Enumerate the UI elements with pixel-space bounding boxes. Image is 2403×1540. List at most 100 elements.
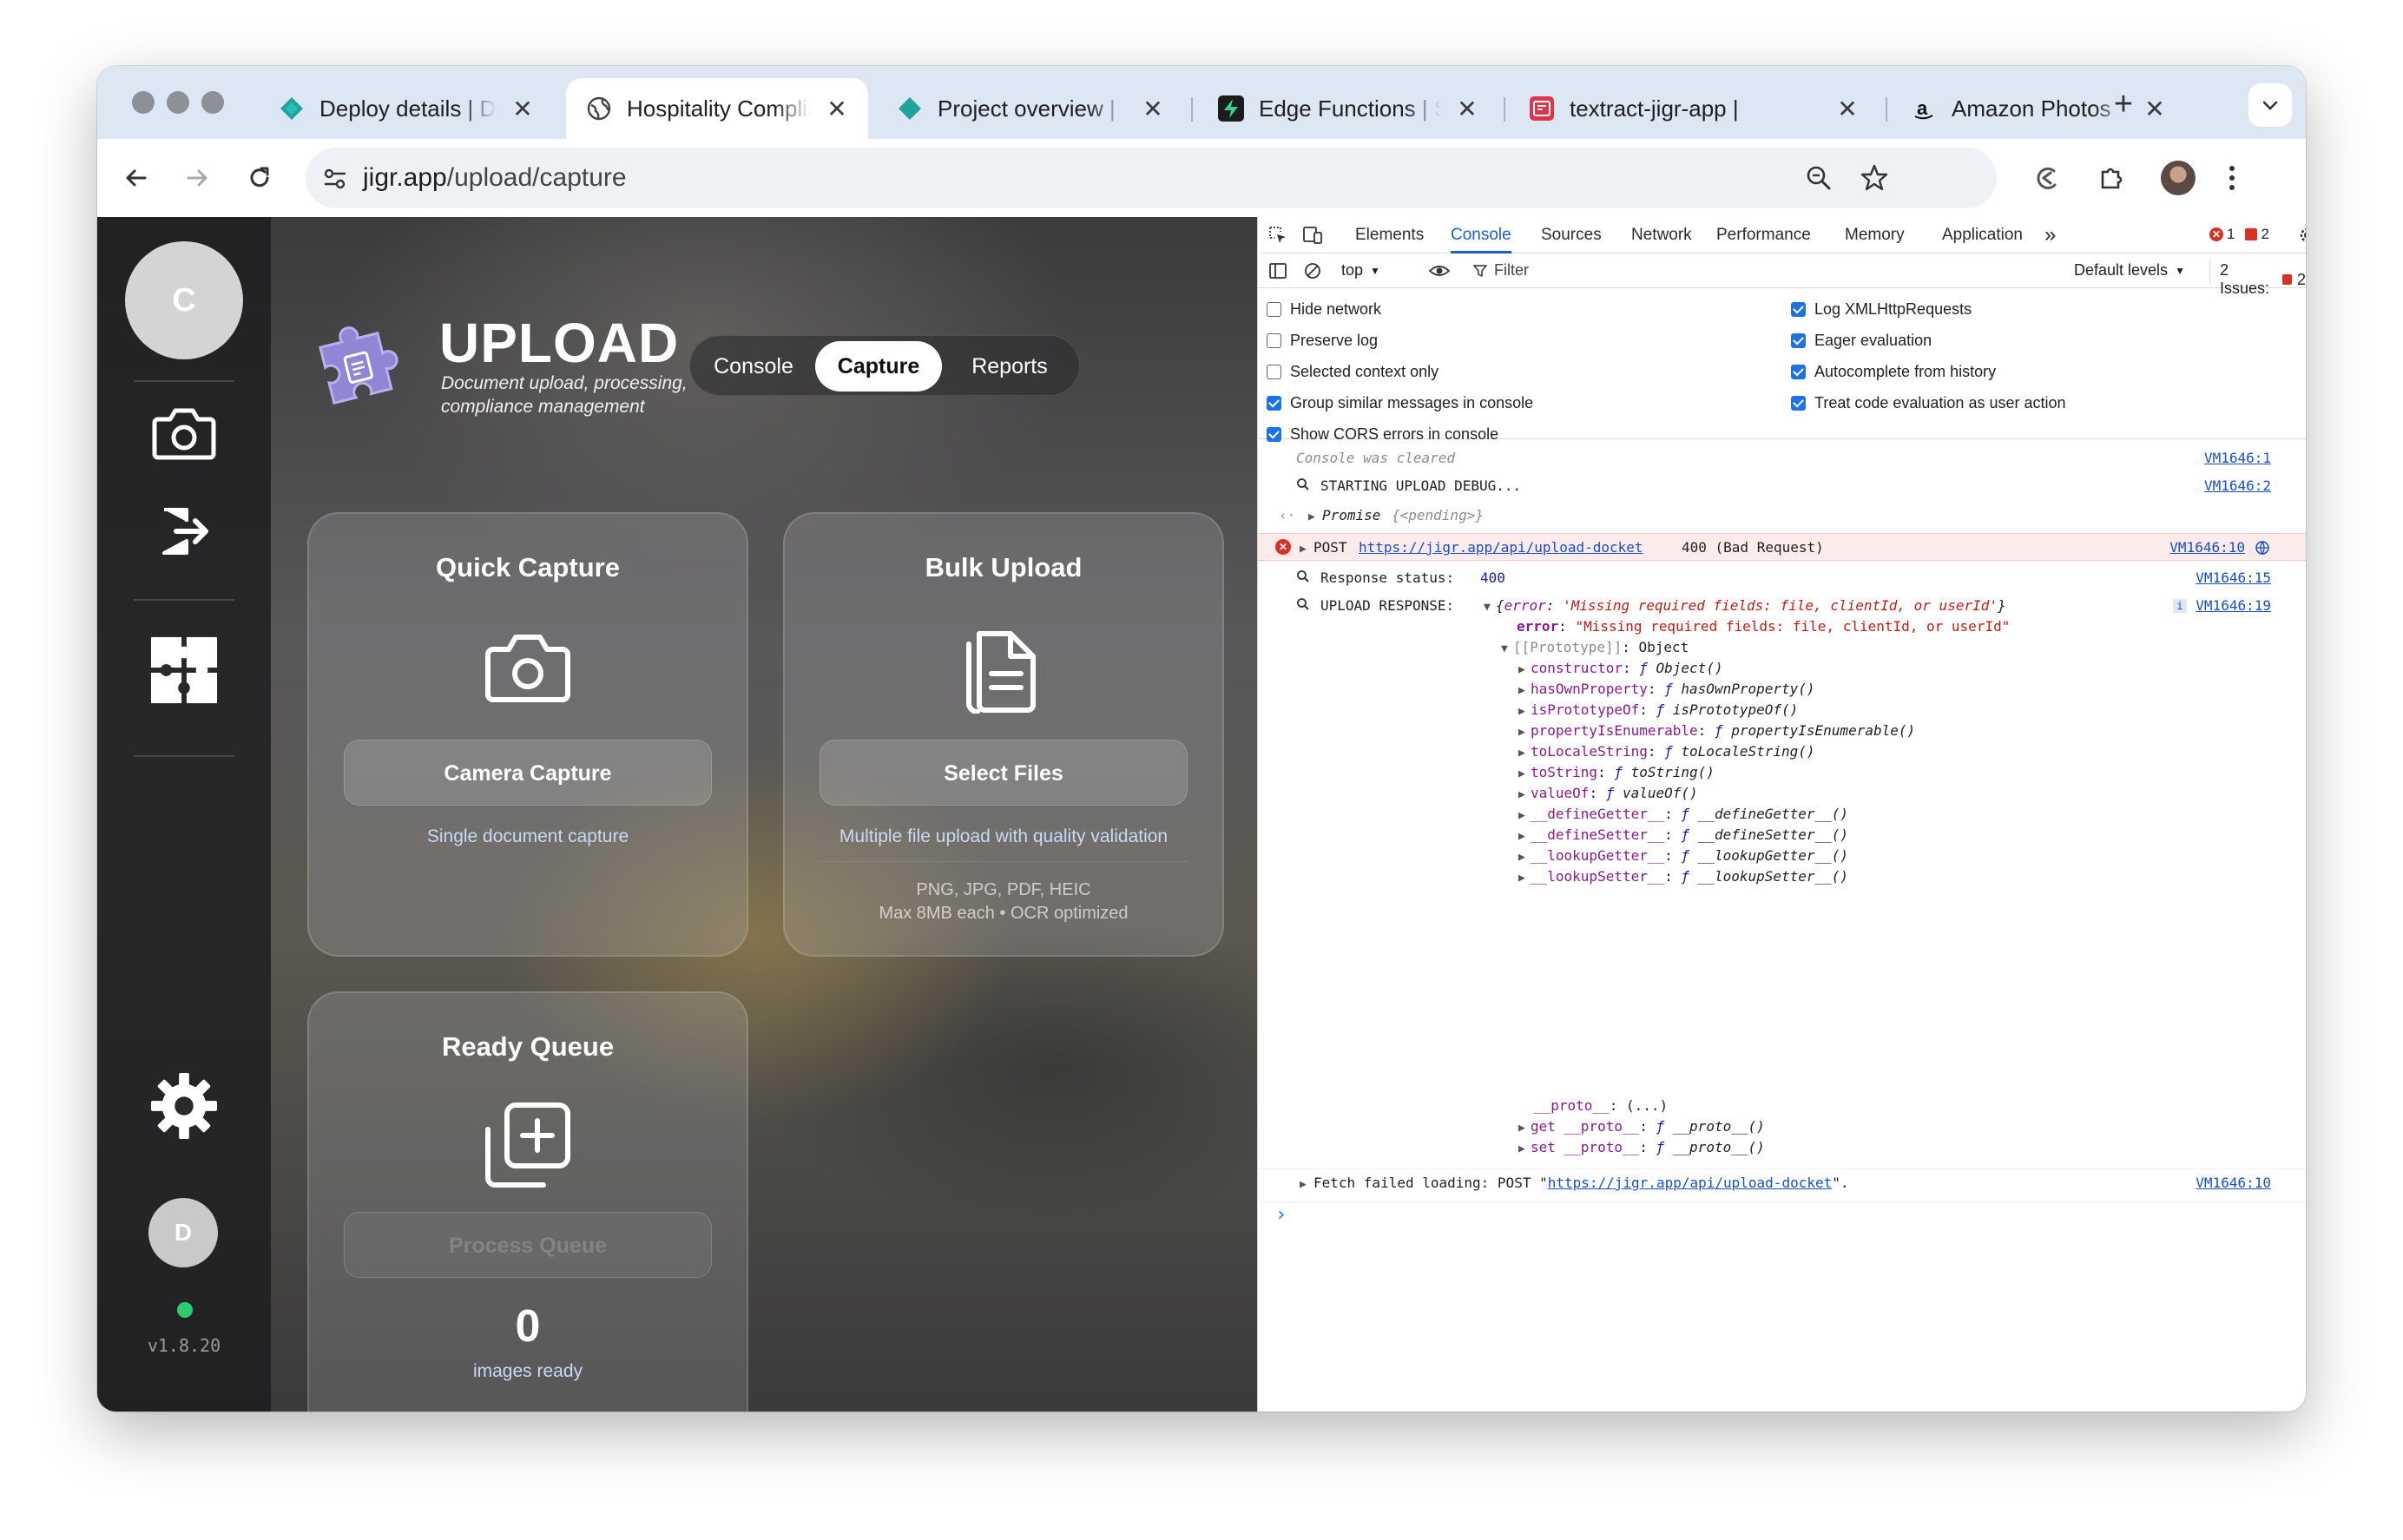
browser-tab-project-overview[interactable]: Project overview | ✕: [877, 78, 1184, 139]
setting-selected-context-only[interactable]: Selected context only: [1267, 361, 1439, 382]
forward-button[interactable]: [177, 158, 217, 198]
devtools-settings-icon[interactable]: [2296, 224, 2306, 247]
user-avatar[interactable]: D: [148, 1198, 218, 1267]
setting-hide-network[interactable]: Hide network: [1267, 299, 1381, 319]
info-icon[interactable]: i: [2173, 599, 2187, 613]
object-summary[interactable]: ▼ {error: 'Missing required fields: file,…: [1484, 597, 2006, 614]
setting-preserve-log[interactable]: Preserve log: [1267, 330, 1378, 351]
reload-button[interactable]: [240, 158, 280, 198]
source-link[interactable]: VM1646:10: [2169, 539, 2245, 556]
prototype-member-row[interactable]: ▶ constructor: ƒ Object(): [1258, 660, 2306, 681]
setting-treat-eval-user-action[interactable]: Treat code evaluation as user action: [1791, 392, 2066, 413]
source-link[interactable]: VM1646:2: [2204, 477, 2271, 494]
checkbox[interactable]: [1791, 364, 1806, 379]
close-tab-icon[interactable]: ✕: [1455, 95, 1479, 123]
select-files-button[interactable]: Select Files: [820, 740, 1188, 806]
clear-console-icon[interactable]: [1301, 260, 1324, 282]
checkbox[interactable]: [1267, 395, 1281, 411]
devtools-tab-application[interactable]: Application: [1942, 217, 2023, 253]
tab-search-button[interactable]: [2248, 83, 2292, 127]
extensions-button[interactable]: [2092, 158, 2132, 198]
sidebar-toggle-icon[interactable]: [1267, 260, 1289, 282]
expand-toggle-icon[interactable]: ▶: [1300, 1175, 1312, 1191]
source-link[interactable]: VM1646:15: [2196, 569, 2271, 586]
source-link[interactable]: VM1646:19: [2196, 597, 2271, 614]
expand-toggle-icon[interactable]: ▶: [1308, 507, 1320, 523]
source-link[interactable]: VM1646:1: [2204, 450, 2271, 466]
sidebar-item-modules[interactable]: [149, 635, 219, 705]
setting-group-similar[interactable]: Group similar messages in console: [1267, 392, 1533, 413]
prototype-member-row[interactable]: ▶ toLocaleString: ƒ toLocaleString(): [1258, 743, 2306, 764]
object-property[interactable]: ▶ get __proto__: ƒ __proto__(): [1258, 1118, 2306, 1139]
setting-eager-evaluation[interactable]: Eager evaluation: [1791, 330, 1932, 351]
sidebar-item-camera[interactable]: [149, 398, 219, 467]
object-property[interactable]: ▼ [[Prototype]]: Object: [1258, 639, 2306, 660]
live-expression-eye-icon[interactable]: [1428, 260, 1451, 282]
company-avatar[interactable]: C: [125, 241, 243, 359]
error-counter[interactable]: ✕ 1 2: [2209, 226, 2269, 243]
prototype-member-row[interactable]: ▶ __lookupSetter__: ƒ __lookupSetter__(): [1258, 868, 2306, 889]
prototype-member-row[interactable]: ▶ __lookupGetter__: ƒ __lookupGetter__(): [1258, 847, 2306, 868]
browser-tab-edge-functions[interactable]: Edge Functions | S ✕: [1198, 78, 1498, 139]
checkbox[interactable]: [1791, 301, 1806, 317]
fetch-url-link[interactable]: https://jigr.app/api/upload-docket: [1548, 1175, 1833, 1191]
request-url-link[interactable]: https://jigr.app/api/upload-docket: [1359, 539, 1643, 556]
prototype-member-row[interactable]: ▶ isPrototypeOf: ƒ isPrototypeOf(): [1258, 701, 2306, 722]
setting-autocomplete-history[interactable]: Autocomplete from history: [1791, 361, 1996, 382]
nav-pill-capture[interactable]: Capture: [815, 341, 942, 392]
nav-pill-console[interactable]: Console: [699, 341, 808, 392]
checkbox[interactable]: [1267, 301, 1281, 317]
sidebar-item-settings[interactable]: [149, 1071, 219, 1141]
object-property[interactable]: ▶ set __proto__: ƒ __proto__(): [1258, 1139, 2306, 1160]
inspect-element-icon[interactable]: [1267, 224, 1289, 247]
bookmark-star-icon[interactable]: [1860, 163, 1889, 197]
context-selector[interactable]: top ▼: [1341, 261, 1380, 280]
nav-pill-reports[interactable]: Reports: [949, 341, 1070, 392]
setting-show-cors-errors[interactable]: Show CORS errors in console: [1267, 424, 1498, 444]
process-queue-button[interactable]: Process Queue: [344, 1212, 712, 1278]
expand-toggle-icon[interactable]: ▶: [1300, 539, 1312, 556]
devtools-tab-memory[interactable]: Memory: [1845, 217, 1905, 253]
console-filter-input[interactable]: Filter: [1473, 259, 1994, 283]
more-tabs-button[interactable]: »: [2044, 217, 2056, 253]
checkbox[interactable]: [1267, 364, 1281, 379]
close-tab-icon[interactable]: ✕: [825, 95, 849, 123]
new-tab-button[interactable]: +: [2104, 85, 2143, 123]
browser-tab-textract[interactable]: textract-jigr-app | ✕: [1509, 78, 1879, 139]
zoom-icon[interactable]: [1804, 163, 1834, 197]
sidebar-item-signout[interactable]: [149, 497, 219, 566]
prototype-member-row[interactable]: ▶ __defineGetter__: ƒ __defineGetter__(): [1258, 806, 2306, 826]
log-levels-dropdown[interactable]: Default levels ▼: [2074, 261, 2185, 280]
close-window-button[interactable]: [132, 91, 155, 114]
devtools-tab-elements[interactable]: Elements: [1355, 217, 1424, 253]
close-tab-icon[interactable]: ✕: [1141, 95, 1165, 123]
prototype-member-row[interactable]: ▶ propertyIsEnumerable: ƒ propertyIsEnume…: [1258, 722, 2306, 743]
device-toolbar-icon[interactable]: [1301, 224, 1324, 247]
console-prompt[interactable]: ›: [1258, 1201, 2306, 1226]
site-settings-icon[interactable]: [321, 165, 349, 197]
checkbox[interactable]: [1791, 332, 1806, 348]
devtools-tab-performance[interactable]: Performance: [1716, 217, 1811, 253]
checkbox[interactable]: [1791, 395, 1806, 411]
source-link[interactable]: VM1646:10: [2196, 1175, 2271, 1191]
network-globe-icon[interactable]: [2255, 540, 2270, 559]
devtools-tab-network[interactable]: Network: [1631, 217, 1692, 253]
extension-button[interactable]: [2026, 158, 2066, 198]
setting-log-xhr[interactable]: Log XMLHttpRequests: [1791, 299, 1972, 319]
minimize-window-button[interactable]: [167, 91, 189, 114]
close-tab-icon[interactable]: ✕: [1835, 95, 1860, 123]
close-tab-icon[interactable]: ✕: [2143, 95, 2167, 123]
browser-tab-hospitality[interactable]: Hospitality Complia ✕: [566, 78, 868, 139]
prototype-member-row[interactable]: ▶ valueOf: ƒ valueOf(): [1258, 785, 2306, 806]
prototype-member-row[interactable]: ▶ hasOwnProperty: ƒ hasOwnProperty(): [1258, 681, 2306, 701]
browser-menu-button[interactable]: [2212, 158, 2252, 198]
devtools-tab-sources[interactable]: Sources: [1541, 217, 1602, 253]
close-tab-icon[interactable]: ✕: [510, 95, 535, 123]
checkbox[interactable]: [1267, 426, 1281, 442]
prototype-member-row[interactable]: ▶ toString: ƒ toString(): [1258, 764, 2306, 785]
browser-tab-deploy[interactable]: Deploy details | De ✕: [259, 78, 554, 139]
camera-capture-button[interactable]: Camera Capture: [344, 740, 712, 806]
maximize-window-button[interactable]: [201, 91, 224, 114]
devtools-tab-console[interactable]: Console: [1451, 217, 1511, 253]
checkbox[interactable]: [1267, 332, 1281, 348]
